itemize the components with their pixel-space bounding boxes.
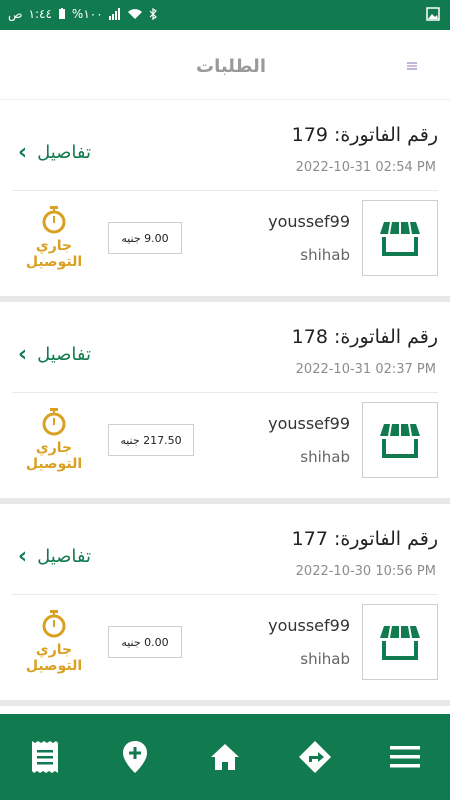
order-date: 2022-10-31 02:54 PM [295, 160, 436, 175]
bluetooth-icon [149, 8, 157, 20]
orders-list: رقم الفاتورة: 179 2022-10-31 02:54 PM ‹ … [0, 100, 450, 706]
status-text: جاري التوصيل [25, 238, 83, 270]
directions-icon [299, 741, 331, 773]
store-name: shihab [300, 246, 350, 264]
stopwatch-icon [42, 610, 66, 638]
stopwatch-icon [42, 206, 66, 234]
storefront-icon [380, 625, 420, 660]
clock-text: ١:٤٤ [28, 7, 52, 21]
price-badge: 9.00 جنيه [108, 222, 182, 254]
invoice-number: رقم الفاتورة: 177 [291, 528, 438, 550]
page-title: الطلبات [195, 56, 266, 77]
delivery-status: جاري التوصيل [12, 206, 96, 270]
order-date: 2022-10-31 02:37 PM [295, 362, 436, 377]
chevron-left-icon: ‹ [18, 544, 28, 569]
status-bar: ص ١:٤٤ %١٠٠ [0, 0, 450, 30]
divider [12, 594, 438, 595]
battery-icon [58, 8, 65, 19]
wifi-icon [127, 9, 142, 19]
order-date: 2022-10-30 10:56 PM [295, 564, 436, 579]
signal-icon [108, 8, 120, 20]
details-link[interactable]: ‹ تفاصيل [18, 342, 91, 367]
storefront-icon [380, 221, 420, 256]
chevron-left-icon: ‹ [18, 140, 28, 165]
status-text: جاري التوصيل [25, 440, 83, 472]
app-header: الطلبات [0, 30, 450, 100]
customer-name: youssef99 [268, 414, 350, 433]
divider [12, 392, 438, 393]
image-notification-icon [426, 7, 440, 21]
details-link[interactable]: ‹ تفاصيل [18, 544, 91, 569]
chevron-left-icon: ‹ [18, 342, 28, 367]
order-card: رقم الفاتورة: 178 2022-10-31 02:37 PM ‹ … [0, 302, 450, 504]
store-thumbnail [362, 200, 438, 276]
invoice-number: رقم الفاتورة: 179 [291, 124, 438, 146]
bottom-nav [0, 714, 450, 800]
menu-icon [390, 746, 420, 768]
storefront-icon [380, 423, 420, 458]
delivery-status: جاري التوصيل [12, 610, 96, 674]
battery-text: %١٠٠ [71, 7, 103, 21]
price-badge: 0.00 جنيه [108, 626, 182, 658]
status-text: جاري التوصيل [25, 642, 83, 674]
nav-orders-button[interactable] [15, 727, 75, 787]
details-link[interactable]: ‹ تفاصيل [18, 140, 91, 165]
nav-home-button[interactable] [195, 727, 255, 787]
receipt-icon [32, 741, 58, 773]
nav-menu-button[interactable] [375, 727, 435, 787]
customer-name: youssef99 [268, 212, 350, 231]
divider [12, 190, 438, 191]
invoice-number: رقم الفاتورة: 178 [291, 326, 438, 348]
status-bar-right [426, 7, 440, 24]
ampm-text: ص [8, 7, 23, 21]
details-label: تفاصيل [37, 344, 92, 365]
delivery-status: جاري التوصيل [12, 408, 96, 472]
details-label: تفاصيل [37, 142, 92, 163]
store-thumbnail [362, 402, 438, 478]
store-name: shihab [300, 650, 350, 668]
stopwatch-icon [42, 408, 66, 436]
details-label: تفاصيل [37, 546, 92, 567]
order-card: رقم الفاتورة: 177 2022-10-30 10:56 PM ‹ … [0, 504, 450, 706]
add-location-icon [123, 741, 147, 773]
nav-add-location-button[interactable] [105, 727, 165, 787]
store-name: shihab [300, 448, 350, 466]
order-card: رقم الفاتورة: 179 2022-10-31 02:54 PM ‹ … [0, 100, 450, 302]
customer-name: youssef99 [268, 616, 350, 635]
price-badge: 217.50 جنيه [108, 424, 194, 456]
nav-directions-button[interactable] [285, 727, 345, 787]
home-icon [211, 744, 239, 770]
store-thumbnail [362, 604, 438, 680]
status-bar-left: ص ١:٤٤ %١٠٠ [8, 7, 157, 21]
